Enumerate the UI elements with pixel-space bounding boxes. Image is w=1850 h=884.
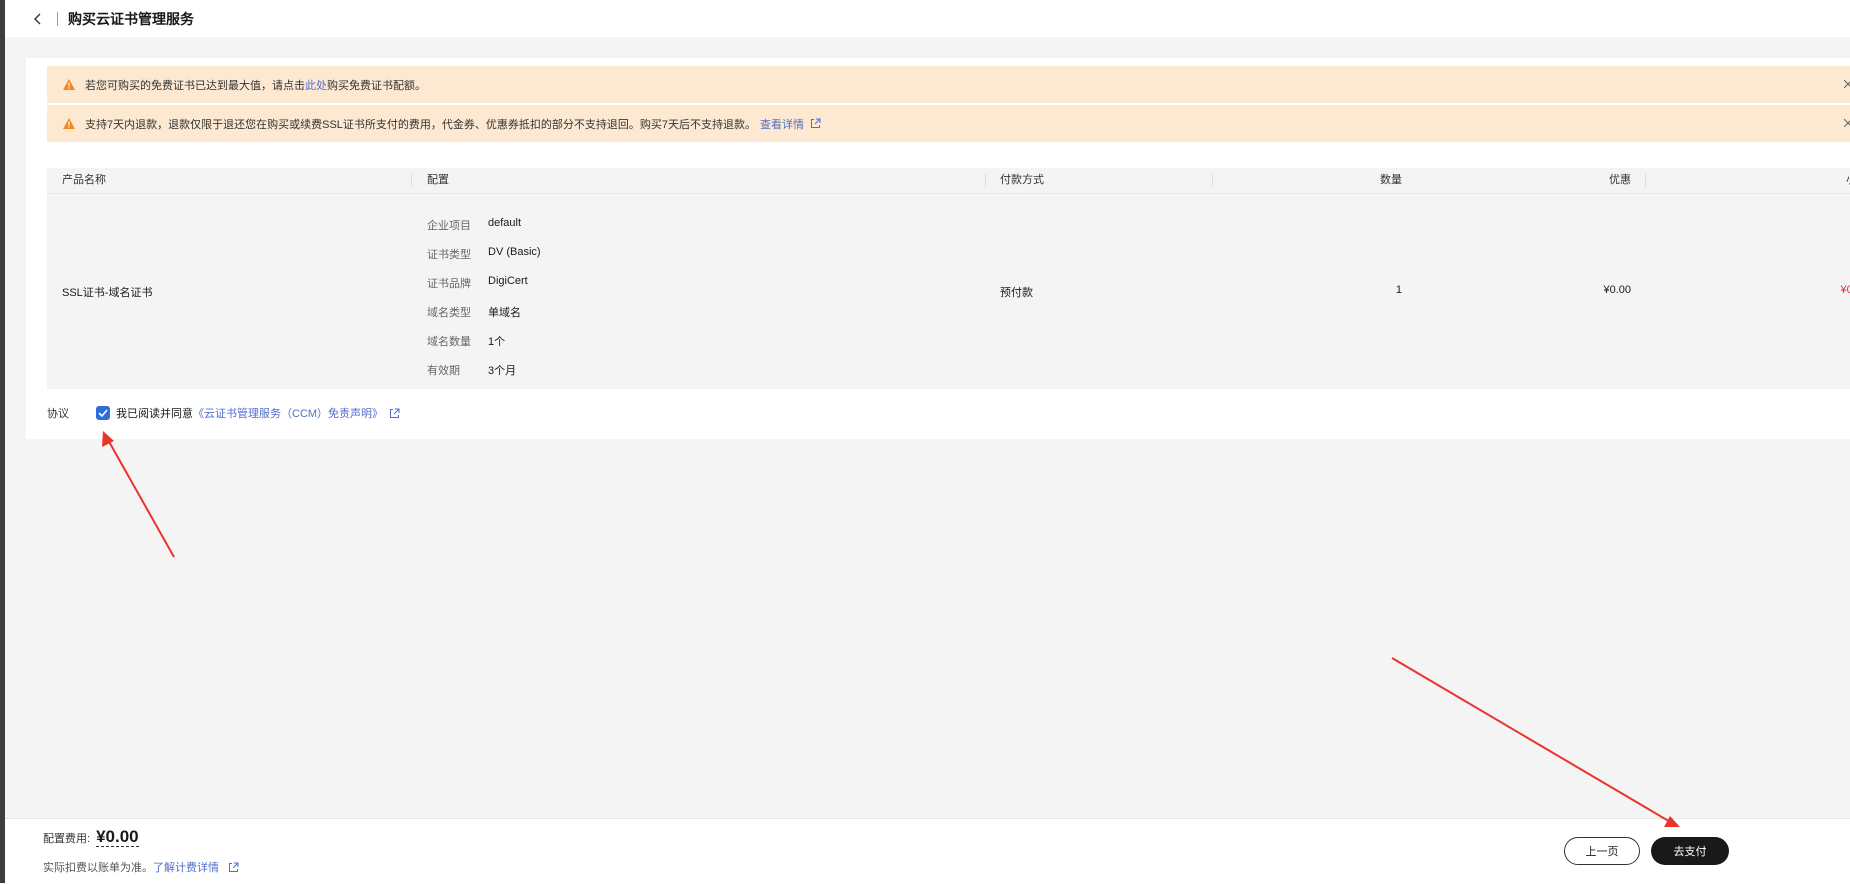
header-config: 配置 [427,174,449,186]
config-key: 有效期 [427,365,460,377]
warning-icon [63,79,75,90]
config-row: 有效期 3个月 [427,362,517,377]
agreement-checkbox[interactable] [96,406,110,420]
config-value: DV (Basic) [488,246,541,258]
header-discount: 优惠 [1609,174,1631,186]
config-key: 域名类型 [427,307,471,319]
disclaimer-link[interactable]: 《云证书管理服务（CCM）免责声明》 [193,405,383,421]
agreement-label: 协议 [47,408,69,420]
table-header: 产品名称 配置 付款方式 数量 优惠 小计 [47,168,1850,193]
external-link-icon[interactable] [228,862,239,873]
config-value: DigiCert [488,275,528,287]
warning-icon [63,118,75,129]
header-product: 产品名称 [62,174,106,186]
alert-text-after: 购买免费证书配额。 [327,79,426,92]
config-row: 域名类型 单域名 [427,304,521,319]
quantity-value: 1 [1395,284,1402,296]
subtotal-value: ¥0.00 [1840,284,1850,296]
order-card: 若您可购买的免费证书已达到最大值，请点击 此处 购买免费证书配额。 支持7天内退款，… [26,58,1850,439]
pay-button[interactable]: 去支付 [1651,837,1729,865]
table-row: SSL证书-域名证书 企业项目 default 证书类型 DV (Basic) 证书… [47,193,1850,389]
config-row: 域名数量 1个 [427,333,506,348]
config-key: 证书品牌 [427,278,471,290]
header-payment: 付款方式 [1000,174,1044,186]
discount-value: ¥0.00 [1603,284,1631,296]
column-divider [1212,174,1213,187]
fee-label: 配置费用: [43,833,91,845]
window-edge [0,0,5,883]
header-quantity: 数量 [1380,174,1402,186]
header-subtotal: 小计 [1768,168,1850,193]
product-name: SSL证书-域名证书 [62,287,153,299]
config-row: 证书类型 DV (Basic) [427,246,541,261]
agreement-row: 协议 我已阅读并同意 《云证书管理服务（CCM）免责声明》 [47,403,400,423]
page-title: 购买云证书管理服务 [68,10,194,27]
chevron-left-icon [34,13,41,24]
agreement-text: 我已阅读并同意 [116,408,193,420]
quota-link[interactable]: 此处 [305,77,327,93]
config-row: 企业项目 default [427,217,522,232]
config-value: 1个 [488,336,506,348]
config-value: 3个月 [488,365,517,377]
fee-note: 实际扣费以账单为准。了解计费详情 [43,859,239,875]
back-button[interactable] [25,6,51,32]
payment-method: 预付款 [1000,287,1033,299]
fee-note-text: 实际扣费以账单为准。 [43,862,153,874]
alert-text: 若您可购买的免费证书已达到最大值，请点击 [85,79,305,92]
title-divider [57,11,58,26]
alert-text: 支持7天内退款，退款仅限于退还您在购买或续费SSL证书所支付的费用，代金券、优惠… [85,118,757,131]
fee-summary: 配置费用: ¥0.00 [43,828,139,847]
config-key: 证书类型 [427,249,471,261]
config-value: 单域名 [488,307,521,319]
previous-button[interactable]: 上一页 [1564,837,1640,865]
refund-alert: 支持7天内退款，退款仅限于退还您在购买或续费SSL证书所支付的费用，代金券、优惠… [47,105,1850,142]
column-divider [1645,174,1646,187]
quota-alert: 若您可购买的免费证书已达到最大值，请点击 此处 购买免费证书配额。 [47,66,1850,103]
config-value: default [488,217,522,229]
external-link-icon[interactable] [810,118,821,129]
config-key: 域名数量 [427,336,471,348]
external-link-icon[interactable] [389,408,400,419]
column-divider [985,174,986,187]
close-icon[interactable] [1840,76,1850,92]
top-bar: 购买云证书管理服务 [5,0,1850,37]
config-key: 企业项目 [427,220,471,232]
annotation-arrow [102,431,175,558]
view-details-link[interactable]: 查看详情 [760,116,804,132]
config-row: 证书品牌 DigiCert [427,275,528,290]
billing-details-link[interactable]: 了解计费详情 [153,862,219,874]
footer-bar: 配置费用: ¥0.00 实际扣费以账单为准。了解计费详情 上一页 去支付 [5,818,1850,884]
fee-amount[interactable]: ¥0.00 [96,828,139,847]
annotation-arrow [1391,657,1680,827]
column-divider [411,174,412,187]
checkmark-icon [98,409,108,417]
close-icon[interactable] [1840,115,1850,131]
